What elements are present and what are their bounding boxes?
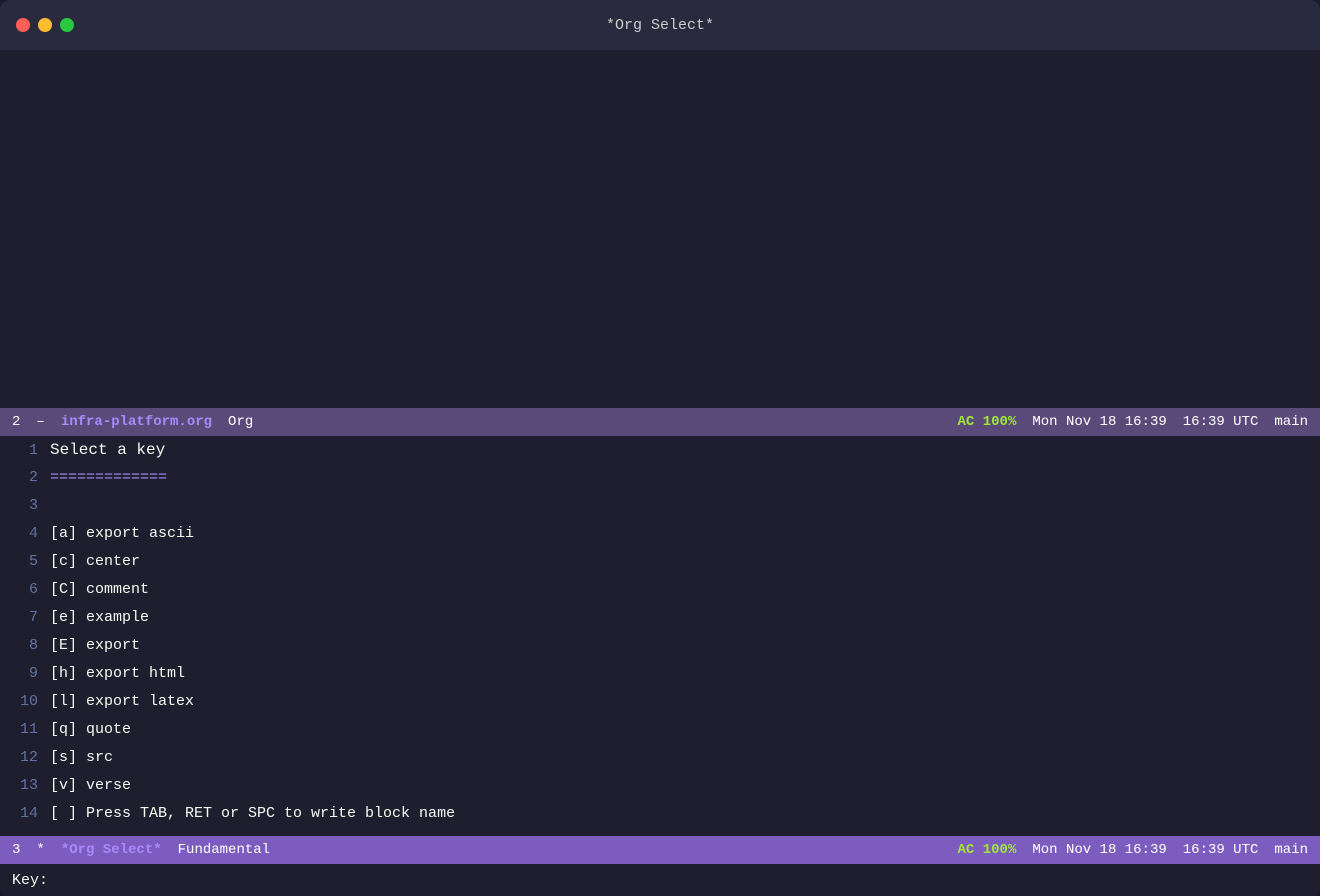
line-content-12: [s] src xyxy=(50,749,1320,766)
modeline2-bufnum: 3 xyxy=(12,842,20,858)
line-num-6: 6 xyxy=(0,581,50,598)
line-9: 9 [h] export html xyxy=(0,664,1320,692)
modeline1-dash: – xyxy=(36,414,44,430)
modeline2-ac: AC 100% xyxy=(958,842,1017,858)
line-content-10: [l] export latex xyxy=(50,693,1320,710)
line-3: 3 xyxy=(0,496,1320,524)
line-num-9: 9 xyxy=(0,665,50,682)
line-content-11: [q] quote xyxy=(50,721,1320,738)
line-num-11: 11 xyxy=(0,721,50,738)
modeline-2: 3 * *Org Select* Fundamental AC 100% Mon… xyxy=(0,836,1320,864)
line-1: 1 Select a key xyxy=(0,440,1320,468)
app-window: *Org Select* 2 – infra-platform.org Org … xyxy=(0,0,1320,896)
modeline1-filename: infra-platform.org xyxy=(61,414,212,430)
modeline2-branch: main xyxy=(1274,842,1308,858)
line-content-1: Select a key xyxy=(50,441,1320,459)
modeline1-bufnum: 2 xyxy=(12,414,20,430)
line-content-14: [ ] Press TAB, RET or SPC to write block… xyxy=(50,805,1320,822)
maximize-button[interactable] xyxy=(60,18,74,32)
line-content-4: [a] export ascii xyxy=(50,525,1320,542)
line-10: 10 [l] export latex xyxy=(0,692,1320,720)
line-content-2: ============= xyxy=(50,469,1320,486)
modeline2-utc: 16:39 UTC xyxy=(1183,842,1259,858)
line-4: 4 [a] export ascii xyxy=(0,524,1320,552)
top-buffer-area xyxy=(0,50,1320,408)
line-5: 5 [c] center xyxy=(0,552,1320,580)
close-button[interactable] xyxy=(16,18,30,32)
line-content-8: [E] export xyxy=(50,637,1320,654)
line-num-5: 5 xyxy=(0,553,50,570)
editor-area: 2 – infra-platform.org Org AC 100% Mon N… xyxy=(0,50,1320,896)
line-num-12: 12 xyxy=(0,749,50,766)
line-num-2: 2 xyxy=(0,469,50,486)
line-content-7: [e] example xyxy=(50,609,1320,626)
line-content-5: [c] center xyxy=(50,553,1320,570)
line-content-9: [h] export html xyxy=(50,665,1320,682)
modeline1-utc: 16:39 UTC xyxy=(1183,414,1259,430)
line-num-13: 13 xyxy=(0,777,50,794)
window-title: *Org Select* xyxy=(606,17,714,34)
modeline2-datetime: Mon Nov 18 16:39 xyxy=(1032,842,1166,858)
line-content-13: [v] verse xyxy=(50,777,1320,794)
modeline1-ac: AC 100% xyxy=(958,414,1017,430)
modeline-1: 2 – infra-platform.org Org AC 100% Mon N… xyxy=(0,408,1320,436)
line-num-8: 8 xyxy=(0,637,50,654)
line-num-14: 14 xyxy=(0,805,50,822)
modeline1-mode: Org xyxy=(228,414,253,430)
modeline2-mode: Fundamental xyxy=(178,842,270,858)
modeline2-star: * xyxy=(36,842,44,858)
line-2: 2 ============= xyxy=(0,468,1320,496)
line-num-4: 4 xyxy=(0,525,50,542)
minimize-button[interactable] xyxy=(38,18,52,32)
line-11: 11 [q] quote xyxy=(0,720,1320,748)
titlebar: *Org Select* xyxy=(0,0,1320,50)
line-num-3: 3 xyxy=(0,497,50,514)
traffic-lights xyxy=(16,18,74,32)
line-14: 14 [ ] Press TAB, RET or SPC to write bl… xyxy=(0,804,1320,832)
line-7: 7 [e] example xyxy=(0,608,1320,636)
minibuffer-label: Key: xyxy=(12,872,48,889)
line-num-1: 1 xyxy=(0,442,50,459)
minibuffer: Key: xyxy=(0,864,1320,896)
modeline1-datetime: Mon Nov 18 16:39 xyxy=(1032,414,1166,430)
line-content-6: [C] comment xyxy=(50,581,1320,598)
line-13: 13 [v] verse xyxy=(0,776,1320,804)
line-8: 8 [E] export xyxy=(0,636,1320,664)
line-num-10: 10 xyxy=(0,693,50,710)
modeline1-branch: main xyxy=(1274,414,1308,430)
line-6: 6 [C] comment xyxy=(0,580,1320,608)
modeline2-bufname: *Org Select* xyxy=(61,842,162,858)
line-12: 12 [s] src xyxy=(0,748,1320,776)
org-select-content: 1 Select a key 2 ============= 3 4 [a] e… xyxy=(0,436,1320,836)
line-num-7: 7 xyxy=(0,609,50,626)
